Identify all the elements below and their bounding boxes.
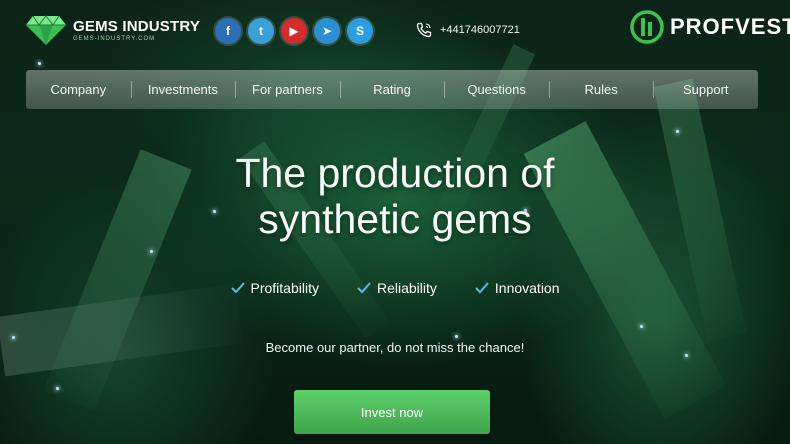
feature-list: Profitability Reliability Innovation	[0, 280, 790, 296]
twitter-icon[interactable]: t	[248, 18, 274, 44]
nav-item-rating[interactable]: Rating	[339, 70, 445, 109]
nav-item-questions[interactable]: Questions	[444, 70, 549, 109]
sparkle	[640, 325, 643, 328]
checkmark-icon	[357, 282, 371, 294]
phone-contact[interactable]: +441746007721	[416, 22, 520, 38]
sparkle	[38, 62, 41, 65]
feature-label: Reliability	[376, 280, 437, 296]
checkmark-icon	[230, 282, 245, 294]
social-links: f t ▶ ➤ S	[215, 18, 373, 44]
feature-label: Innovation	[494, 280, 560, 296]
sparkle	[150, 250, 153, 253]
profvest-logo-icon	[630, 10, 664, 44]
nav-item-company[interactable]: Company	[26, 70, 131, 109]
nav-item-rules[interactable]: Rules	[548, 70, 654, 109]
telegram-icon[interactable]: ➤	[314, 18, 340, 44]
feature-label: Profitability	[250, 280, 319, 296]
feature-item: Profitability	[230, 280, 319, 296]
brand-name: GEMS INDUSTRY	[73, 18, 201, 35]
checkmark-icon	[475, 282, 489, 294]
sparkle	[676, 130, 679, 133]
sparkle	[12, 336, 15, 339]
phone-number: +441746007721	[440, 24, 520, 36]
watermark: PROFVEST	[630, 10, 790, 44]
hero-title: The production of synthetic gems	[0, 150, 790, 242]
brand-logo-link[interactable]: GEMS INDUSTRY GEMS-INDUSTRY.COM	[25, 14, 200, 46]
watermark-text: PROFVEST	[670, 14, 790, 39]
feature-item: Reliability	[357, 280, 437, 296]
hero-title-line-2: synthetic gems	[258, 196, 532, 242]
header: GEMS INDUSTRY GEMS-INDUSTRY.COM f t ▶ ➤ …	[0, 0, 790, 62]
youtube-icon[interactable]: ▶	[281, 18, 307, 44]
hero-title-line-1: The production of	[235, 150, 555, 196]
hero-tagline: Become our partner, do not miss the chan…	[265, 340, 525, 355]
sparkle	[56, 387, 59, 390]
sparkle	[455, 335, 458, 338]
phone-icon	[416, 22, 432, 38]
nav-item-investments[interactable]: Investments	[130, 70, 236, 109]
invest-now-button[interactable]: Invest now	[294, 390, 490, 434]
facebook-icon[interactable]: f	[215, 18, 241, 44]
nav-item-for-partners[interactable]: For partners	[235, 70, 340, 109]
nav-item-support[interactable]: Support	[653, 70, 758, 109]
main-nav: Company Investments For partners Rating …	[26, 70, 758, 109]
gem-icon	[26, 15, 66, 45]
skype-icon[interactable]: S	[347, 18, 373, 44]
feature-item: Innovation	[475, 280, 560, 296]
brand-url: GEMS-INDUSTRY.COM	[73, 36, 156, 42]
